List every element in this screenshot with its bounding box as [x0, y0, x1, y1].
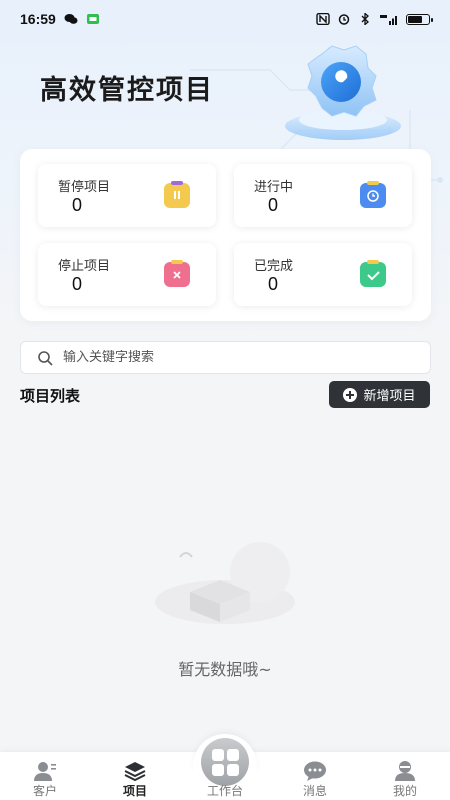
project-list-title: 项目列表 — [20, 387, 81, 405]
tab-label: 客户 — [32, 784, 57, 798]
stat-label: 进行中 — [254, 180, 294, 195]
search-icon — [38, 350, 53, 366]
stat-label: 已完成 — [254, 259, 294, 274]
tab-messages[interactable]: 消息 — [270, 752, 360, 800]
project-layers-icon — [124, 762, 146, 782]
empty-state-text: 暂无数据哦~ — [178, 660, 272, 679]
empty-box-illustration — [155, 542, 295, 624]
tab-label: 我的 — [392, 784, 417, 798]
stat-stopped-projects[interactable]: 停止项目 0 — [38, 243, 216, 306]
stat-label: 停止项目 — [58, 259, 111, 274]
clock-icon — [360, 181, 386, 208]
profile-icon — [395, 761, 415, 781]
stat-value: 0 — [72, 274, 83, 294]
stop-icon — [164, 260, 190, 287]
plus-circle-icon — [343, 387, 358, 402]
stat-paused-projects[interactable]: 暂停项目 0 — [38, 164, 216, 227]
tab-customer[interactable]: 客户 — [0, 752, 90, 800]
battery-icon — [406, 13, 433, 25]
message-icon — [304, 761, 326, 781]
tab-workbench[interactable]: 工作台 — [180, 752, 270, 800]
stat-value: 0 — [268, 274, 279, 294]
page-title: 高效管控项目 — [40, 75, 214, 106]
search-input[interactable] — [63, 350, 403, 365]
search-bar[interactable] — [20, 341, 431, 374]
message-app-icon — [86, 14, 99, 24]
tab-label: 消息 — [302, 784, 327, 798]
alarm-icon — [338, 14, 350, 25]
stat-label: 暂停项目 — [58, 180, 111, 195]
signal-5g-icon — [380, 15, 397, 25]
status-bar: 16:59 — [0, 0, 450, 38]
nfc-icon — [316, 13, 330, 25]
add-project-button[interactable]: 新增项目 — [329, 381, 430, 408]
check-icon — [360, 260, 386, 287]
pause-icon — [164, 181, 190, 208]
status-time: 16:59 — [20, 11, 56, 27]
tab-profile[interactable]: 我的 — [360, 752, 450, 800]
stat-value: 0 — [72, 195, 83, 215]
tab-label: 工作台 — [206, 784, 243, 798]
stat-completed[interactable]: 已完成 0 — [234, 243, 412, 306]
tab-project[interactable]: 项目 — [90, 752, 180, 800]
project-stats-card: 暂停项目 0 进行中 0 停止项目 0 已完成 0 — [20, 149, 431, 321]
stat-in-progress[interactable]: 进行中 0 — [234, 164, 412, 227]
stat-value: 0 — [268, 195, 279, 215]
customer-icon — [34, 762, 56, 781]
wechat-icon — [64, 14, 78, 24]
tab-label: 项目 — [122, 784, 147, 798]
wrench-gear-illustration — [285, 45, 401, 140]
add-project-label: 新增项目 — [363, 389, 416, 404]
bluetooth-icon — [361, 13, 369, 25]
